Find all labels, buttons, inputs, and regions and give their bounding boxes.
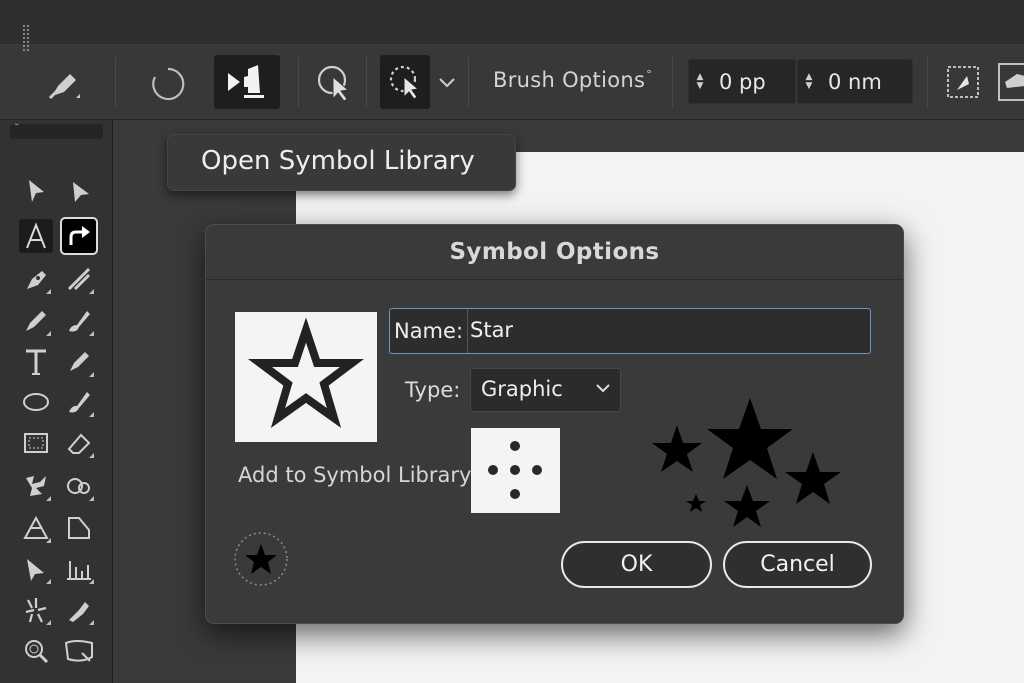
symbol-badge-icon	[233, 531, 289, 587]
type-t-tool-icon[interactable]	[19, 345, 53, 379]
touch-select-icon[interactable]	[312, 62, 354, 104]
brush-tool-icon[interactable]	[62, 304, 96, 338]
name-input[interactable]	[470, 313, 860, 347]
menu-bar	[0, 0, 1024, 45]
symbol-sprayer-tool-icon[interactable]	[19, 593, 53, 627]
transform-icon[interactable]	[943, 62, 983, 102]
spin-field-1[interactable]: ▲ ▼ 0 pp	[688, 59, 796, 104]
tools-panel-header[interactable]: ˘	[10, 122, 103, 139]
gradient-tool-icon[interactable]	[19, 552, 53, 586]
chevron-down-icon	[596, 384, 610, 393]
slice-tool-icon[interactable]	[62, 511, 96, 545]
zoom-tool-icon[interactable]	[19, 634, 53, 668]
name-label: Name:	[390, 309, 468, 353]
ellipse-tool-icon[interactable]	[19, 385, 53, 419]
spin-field-2[interactable]: ▲ ▼ 0 nm	[797, 59, 913, 104]
artboard-tool-icon[interactable]	[997, 60, 1024, 104]
tools-panel	[0, 120, 113, 683]
spin-field-2-value[interactable]: 0 nm	[820, 70, 882, 94]
dialog-title: Symbol Options	[206, 225, 903, 280]
eyedropper-tool-icon[interactable]	[62, 593, 96, 627]
play-symbol-icon	[228, 65, 264, 98]
type-select-value: Graphic	[481, 377, 563, 401]
graph-tool-icon[interactable]	[62, 552, 96, 586]
blob-brush-tool-icon[interactable]	[62, 385, 96, 419]
lasso-button[interactable]	[380, 55, 430, 109]
redirect-arrow-icon[interactable]	[60, 217, 98, 255]
collapse-icon[interactable]: ˘	[14, 122, 20, 135]
ok-button[interactable]: OK	[561, 541, 712, 588]
pen-brush-icon[interactable]	[44, 64, 84, 104]
line-tool-icon[interactable]	[62, 262, 96, 296]
shape-builder-tool-icon[interactable]	[62, 469, 96, 503]
cancel-button[interactable]: Cancel	[723, 541, 872, 588]
selection-tool-icon[interactable]	[19, 174, 53, 208]
rotate-icon[interactable]	[148, 64, 188, 104]
open-symbol-library-menu-item[interactable]: Open Symbol Library	[167, 134, 516, 191]
spin-arrows-icon[interactable]: ▲ ▼	[689, 72, 711, 91]
eraser-tool-icon[interactable]	[62, 426, 96, 460]
rectangle-tool-icon[interactable]	[19, 426, 53, 460]
stars-cluster-icon	[652, 398, 841, 527]
symbol-options-dialog: Symbol Options Name: Type: Graphic Add t…	[205, 224, 904, 624]
open-symbol-library-label: Open Symbol Library	[201, 146, 475, 176]
registration-dots-icon	[488, 441, 542, 499]
perspective-tool-icon[interactable]	[19, 511, 53, 545]
registration-point-grid[interactable]	[471, 428, 560, 513]
spin-arrows-icon[interactable]: ▲ ▼	[798, 72, 820, 91]
marker-tool-icon[interactable]	[62, 345, 96, 379]
star-outline-icon	[248, 317, 364, 428]
warp-tool-icon[interactable]	[19, 469, 53, 503]
lasso-icon	[389, 65, 420, 100]
symbol-preview	[235, 312, 377, 442]
pen-tool-icon[interactable]	[19, 262, 53, 296]
type-tool-icon[interactable]	[19, 219, 53, 253]
pencil-tool-icon[interactable]	[19, 304, 53, 338]
spin-field-1-value[interactable]: 0 pp	[711, 70, 766, 94]
play-symbol-button[interactable]	[214, 55, 280, 109]
name-field[interactable]: Name:	[389, 308, 871, 354]
add-to-symbol-library-label[interactable]: Add to Symbol Library	[238, 463, 471, 487]
type-label: Type:	[405, 378, 461, 402]
chevron-down-icon[interactable]	[434, 70, 460, 96]
type-select[interactable]: Graphic	[470, 368, 621, 412]
brush-options-mark: °	[646, 68, 653, 81]
brush-options-label[interactable]: Brush Options°	[493, 68, 652, 92]
hand-tool-icon[interactable]	[62, 634, 96, 668]
direct-selection-tool-icon[interactable]	[62, 174, 96, 208]
grip-icon[interactable]	[22, 24, 30, 52]
